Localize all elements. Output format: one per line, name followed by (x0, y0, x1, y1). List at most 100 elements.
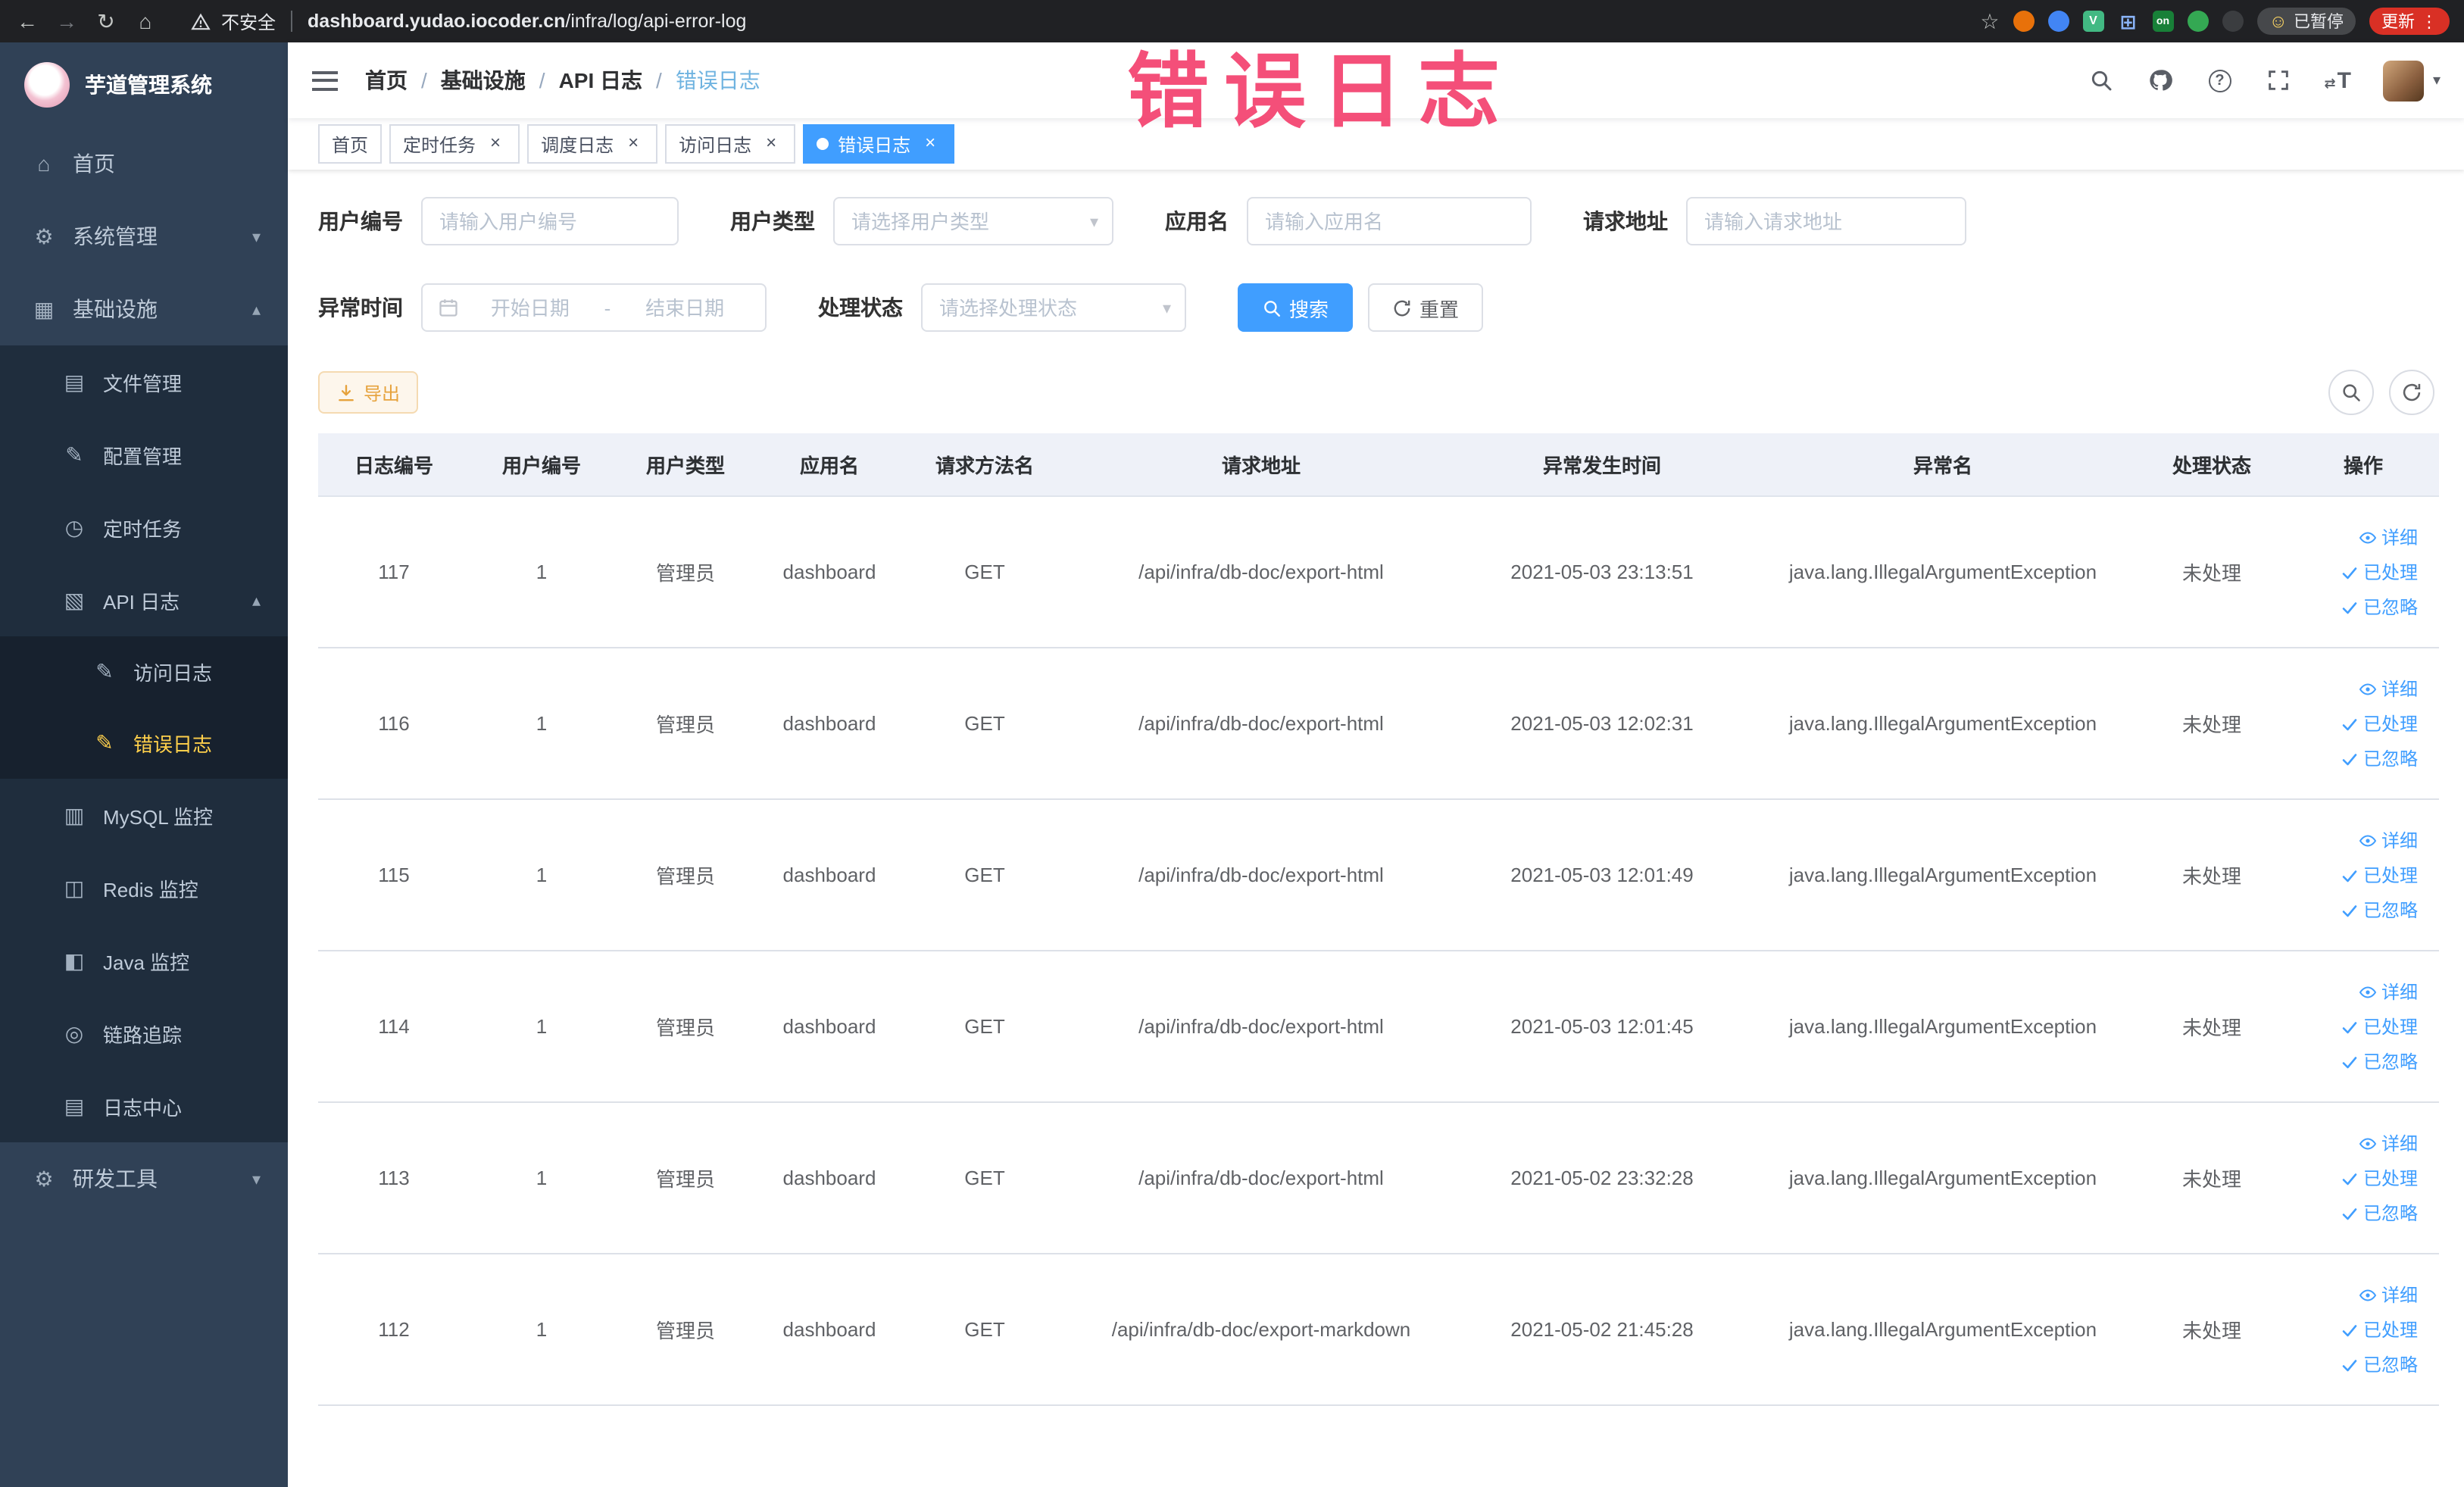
sidebar-item-file-management[interactable]: ▤ 文件管理 (0, 345, 288, 418)
update-button[interactable]: 更新 ⋮ (2369, 8, 2450, 35)
breadcrumb-item[interactable]: API 日志 (559, 65, 642, 95)
sidebar-item-config-management[interactable]: ✎ 配置管理 (0, 418, 288, 491)
cell-request-url: /api/infra/db-doc/export-markdown (1068, 1254, 1454, 1406)
detail-link[interactable]: 详细 (2359, 1282, 2418, 1307)
sidebar-item-home[interactable]: ⌂ 首页 (0, 127, 288, 200)
mark-processed-link[interactable]: 已处理 (2341, 862, 2418, 888)
mark-processed-link[interactable]: 已处理 (2341, 559, 2418, 585)
breadcrumb-item[interactable]: 首页 (365, 65, 408, 95)
cell-status: 未处理 (2136, 1102, 2288, 1254)
close-icon[interactable]: × (920, 133, 941, 155)
mark-processed-link[interactable]: 已处理 (2341, 1165, 2418, 1191)
search-button[interactable]: 搜索 (1238, 283, 1354, 332)
end-date-input[interactable] (620, 296, 750, 319)
sidebar-item-mysql-monitor[interactable]: ▥ MySQL 监控 (0, 779, 288, 851)
detail-link[interactable]: 详细 (2359, 1130, 2418, 1156)
fullscreen-icon[interactable] (2266, 67, 2293, 94)
sidebar-item-api-log[interactable]: ▧ API 日志 ▴ (0, 564, 288, 636)
mark-ignored-label: 已忽略 (2363, 748, 2418, 770)
sidebar-item-java-monitor[interactable]: ◧ Java 监控 (0, 924, 288, 997)
date-range-picker[interactable]: - (421, 283, 767, 332)
extension-icon[interactable] (2013, 11, 2035, 32)
request-url-input[interactable] (1688, 210, 1965, 233)
extension-on-icon[interactable]: on (2152, 11, 2174, 32)
vue-devtools-icon[interactable]: V (2082, 11, 2104, 32)
app-name-input[interactable] (1248, 210, 1530, 233)
extension-icon[interactable] (2047, 11, 2069, 32)
process-status-select-input[interactable] (923, 296, 1185, 319)
tab-home[interactable]: 首页 (318, 124, 383, 164)
close-icon[interactable]: × (623, 133, 644, 155)
user-id-input[interactable] (423, 210, 677, 233)
help-icon[interactable]: ? (2206, 67, 2234, 94)
sidebar-item-trace[interactable]: ◎ 链路追踪 (0, 997, 288, 1070)
mark-ignored-link[interactable]: 已忽略 (2341, 594, 2418, 620)
url-path: /infra/log/api-error-log (565, 11, 747, 32)
back-button[interactable]: ← (15, 11, 39, 32)
app-name-label: 应用名 (1165, 209, 1229, 233)
sidebar-item-system-management[interactable]: ⚙ 系统管理 ▾ (0, 200, 288, 273)
search-toggle-button[interactable] (2328, 370, 2374, 415)
reload-button[interactable]: ↻ (94, 11, 118, 32)
browser-home-button[interactable]: ⌂ (133, 11, 158, 32)
detail-link[interactable]: 详细 (2359, 676, 2418, 701)
url-domain: dashboard.yudao.iocoder.cn (308, 11, 566, 32)
address-bar[interactable]: 不安全 dashboard.yudao.iocoder.cn/infra/log… (191, 8, 746, 34)
mark-processed-link[interactable]: 已处理 (2341, 1317, 2418, 1342)
sidebar-item-log-center[interactable]: ▤ 日志中心 (0, 1070, 288, 1142)
sidebar-item-scheduled-tasks[interactable]: ◷ 定时任务 (0, 491, 288, 564)
kebab-menu-icon[interactable]: ⋮ (2421, 11, 2437, 31)
sidebar-item-label: MySQL 监控 (103, 805, 213, 828)
mark-processed-label: 已处理 (2363, 1017, 2418, 1038)
sidebar-item-access-log[interactable]: ✎ 访问日志 (0, 636, 288, 708)
extension-icon[interactable] (2187, 11, 2209, 32)
chevron-down-icon[interactable]: ▾ (2433, 72, 2441, 89)
sidebar-item-infrastructure[interactable]: ▦ 基础设施 ▴ (0, 273, 288, 345)
mark-ignored-link[interactable]: 已忽略 (2341, 1200, 2418, 1226)
tab-error-log[interactable]: 错误日志 × (803, 124, 955, 164)
export-button[interactable]: 导出 (318, 371, 419, 414)
github-icon[interactable] (2147, 67, 2175, 94)
mark-ignored-link[interactable]: 已忽略 (2341, 745, 2418, 771)
column-header-time: 异常发生时间 (1454, 433, 1750, 497)
mark-ignored-link[interactable]: 已忽略 (2341, 1351, 2418, 1377)
reset-button[interactable]: 重置 (1368, 283, 1484, 332)
user-id-filter: 用户编号 (318, 197, 679, 245)
refresh-button[interactable] (2389, 370, 2434, 415)
hamburger-menu-icon[interactable] (288, 70, 362, 90)
font-size-icon[interactable]: ⇄ T (2325, 67, 2351, 93)
refresh-icon (2401, 382, 2422, 403)
start-date-input[interactable] (465, 296, 595, 319)
paused-badge[interactable]: ☺ 已暂停 (2256, 8, 2356, 35)
avatar[interactable] (2382, 60, 2424, 101)
close-icon[interactable]: × (760, 133, 782, 155)
search-icon[interactable] (2088, 67, 2116, 94)
sidebar-item-error-log[interactable]: ✎ 错误日志 (0, 708, 288, 779)
extension-grid-icon[interactable]: ⊞ (2117, 11, 2138, 32)
process-status-select[interactable]: ▾ (921, 283, 1186, 332)
mark-processed-link[interactable]: 已处理 (2341, 1014, 2418, 1039)
sidebar-item-redis-monitor[interactable]: ◫ Redis 监控 (0, 851, 288, 924)
tab-access-log[interactable]: 访问日志 × (665, 124, 796, 164)
cell-method: GET (901, 1102, 1068, 1254)
forward-button[interactable]: → (55, 11, 79, 32)
tab-scheduled-tasks[interactable]: 定时任务 × (389, 124, 520, 164)
tools-icon: ⚙ (34, 1166, 54, 1190)
detail-link[interactable]: 详细 (2359, 827, 2418, 853)
mark-ignored-link[interactable]: 已忽略 (2341, 897, 2418, 923)
user-type-select[interactable]: ▾ (833, 197, 1113, 245)
warning-icon (191, 11, 211, 31)
paused-label: 已暂停 (2294, 14, 2344, 32)
mark-processed-link[interactable]: 已处理 (2341, 711, 2418, 736)
breadcrumb-item[interactable]: 基础设施 (441, 65, 526, 95)
mark-ignored-link[interactable]: 已忽略 (2341, 1048, 2418, 1074)
refresh-icon (1392, 298, 1412, 317)
tab-schedule-log[interactable]: 调度日志 × (527, 124, 658, 164)
user-type-select-input[interactable] (835, 210, 1112, 233)
close-icon[interactable]: × (485, 133, 506, 155)
bookmark-star-icon[interactable]: ☆ (1980, 8, 1999, 34)
detail-link[interactable]: 详细 (2359, 524, 2418, 550)
detail-link[interactable]: 详细 (2359, 979, 2418, 1004)
sidebar-item-dev-tools[interactable]: ⚙ 研发工具 ▾ (0, 1142, 288, 1215)
extension-paw-icon[interactable] (2222, 11, 2244, 32)
